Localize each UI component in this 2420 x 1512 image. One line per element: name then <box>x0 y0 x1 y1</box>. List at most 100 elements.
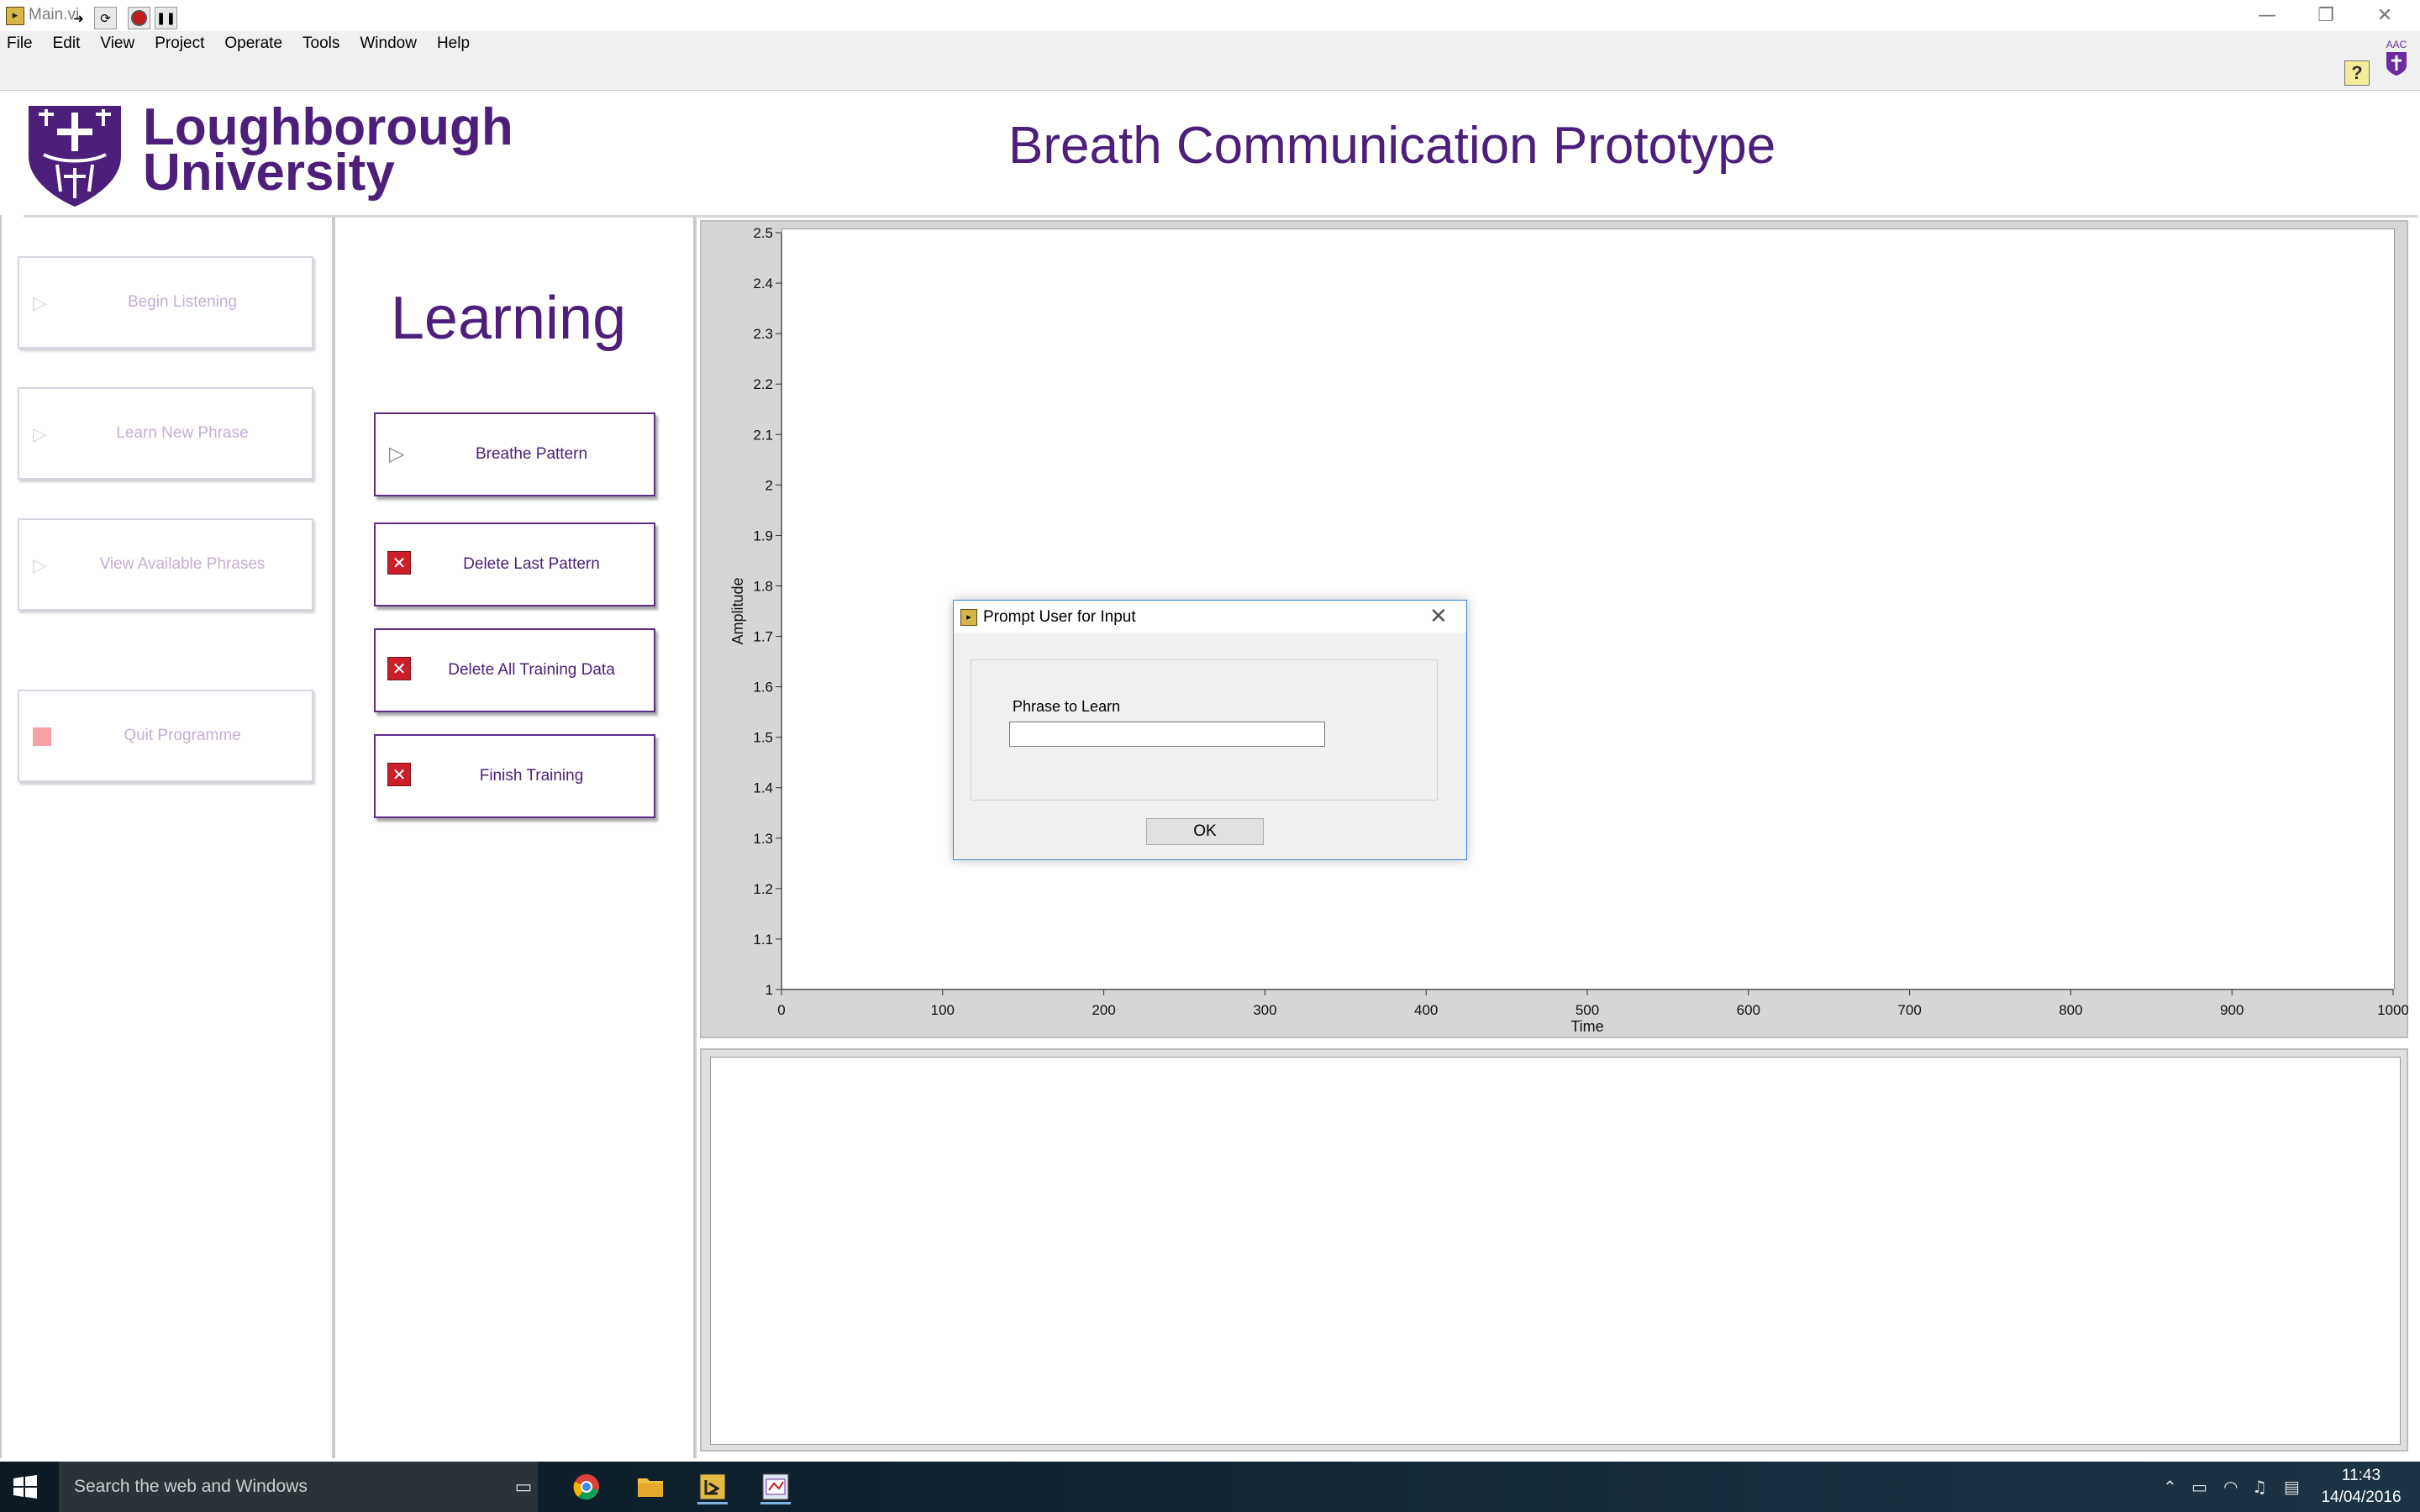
phrase-display <box>710 1057 2401 1445</box>
play-icon: ▷ <box>33 555 47 576</box>
file-explorer-icon[interactable] <box>635 1472 666 1502</box>
begin-listening-button[interactable]: ▷ Begin Listening <box>18 256 313 349</box>
context-help-button[interactable]: ? <box>2344 60 2370 86</box>
learning-heading: Learning <box>390 285 627 352</box>
taskbar: Search the web and Windows ▭ ⌃ ▭ ◠ ♫ ▤ 1… <box>0 1462 2420 1512</box>
y-tick-label: 2.1 <box>753 427 773 443</box>
x-tick-label: 900 <box>2220 1002 2244 1018</box>
close-window-button[interactable]: ✕ <box>2346 0 2420 31</box>
x-tick-label: 500 <box>1576 1002 1599 1018</box>
x-tick-label: 800 <box>2059 1002 2082 1018</box>
labview-front-panel-icon[interactable] <box>760 1472 791 1504</box>
show-hidden-icons-icon[interactable]: ⌃ <box>2163 1477 2177 1497</box>
toolbar <box>0 56 2420 91</box>
y-tick-label: 2.5 <box>753 225 773 241</box>
y-axis-label: Amplitude <box>729 577 746 644</box>
menu-project[interactable]: Project <box>155 34 204 53</box>
button-label: Breathe Pattern <box>475 445 588 463</box>
menu-edit[interactable]: Edit <box>53 34 81 53</box>
red-x-icon: ✕ <box>387 763 411 786</box>
finish-training-button[interactable]: ✕ Finish Training <box>374 734 655 818</box>
run-arrow-icon[interactable]: ➜ <box>67 7 90 29</box>
y-tick-label: 1.4 <box>753 780 773 796</box>
y-tick-label: 1.8 <box>753 578 773 594</box>
menu-window[interactable]: Window <box>360 34 417 53</box>
window-titlebar <box>0 0 2420 31</box>
volume-icon[interactable]: ♫ <box>2252 1477 2267 1497</box>
y-tick-label: 2.2 <box>753 376 773 392</box>
y-tick-label: 1 <box>765 982 773 998</box>
search-placeholder: Search the web and Windows <box>74 1477 308 1496</box>
button-label: View Available Phrases <box>99 555 266 573</box>
button-label: Begin Listening <box>128 293 237 311</box>
y-tick-label: 1.1 <box>753 932 773 948</box>
panel-divider <box>693 217 697 1458</box>
chrome-icon[interactable] <box>571 1472 602 1502</box>
menu-tools[interactable]: Tools <box>302 34 339 53</box>
stop-icon <box>33 727 51 746</box>
x-tick-label: 0 <box>777 1002 785 1018</box>
y-tick-label: 1.9 <box>753 528 773 543</box>
abort-execution-icon[interactable] <box>128 7 150 29</box>
learn-new-phrase-button[interactable]: ▷ Learn New Phrase <box>18 387 313 480</box>
delete-all-training-data-button[interactable]: ✕ Delete All Training Data <box>374 628 655 712</box>
panel-divider <box>332 217 335 1458</box>
y-tick-label: 1.2 <box>753 881 773 897</box>
ok-button[interactable]: OK <box>1146 818 1264 845</box>
taskbar-clock-date[interactable]: 14/04/2016 <box>2311 1488 2412 1507</box>
prompt-dialog: ▸ Prompt User for Input ✕ Phrase to Lear… <box>953 600 1467 860</box>
menu-bar: File Edit View Project Operate Tools Win… <box>0 31 2420 56</box>
x-tick-label: 200 <box>1092 1002 1115 1018</box>
menu-view[interactable]: View <box>100 34 134 53</box>
view-available-phrases-button[interactable]: ▷ View Available Phrases <box>18 518 313 611</box>
phrase-field-label: Phrase to Learn <box>1013 698 1121 715</box>
dialog-title: Prompt User for Input <box>983 608 1136 626</box>
phrase-to-learn-input[interactable] <box>1009 722 1325 747</box>
taskbar-clock-time[interactable]: 11:43 <box>2319 1467 2403 1485</box>
play-icon: ▷ <box>389 442 405 465</box>
y-tick-label: 1.5 <box>753 730 773 746</box>
x-tick-label: 400 <box>1414 1002 1438 1018</box>
x-tick-label: 300 <box>1253 1002 1276 1018</box>
quit-programme-button[interactable]: Quit Programme <box>18 690 313 782</box>
labview-app-icon: ▸ <box>6 7 24 25</box>
windows-start-icon[interactable] <box>13 1475 37 1499</box>
action-center-icon[interactable]: ▤ <box>2284 1477 2300 1497</box>
y-tick-label: 1.6 <box>753 680 773 696</box>
menu-file[interactable]: File <box>7 34 33 53</box>
vi-icon: AAC <box>2381 39 2412 84</box>
network-icon[interactable]: ◠ <box>2223 1477 2238 1497</box>
battery-icon[interactable]: ▭ <box>2191 1477 2207 1497</box>
y-tick-label: 1.3 <box>753 831 773 847</box>
y-tick-label: 1.7 <box>753 629 773 645</box>
labview-app-icon: ▸ <box>960 609 977 626</box>
x-tick-label: 700 <box>1897 1002 1921 1018</box>
x-tick-label: 1000 <box>2377 1002 2408 1018</box>
button-label: Delete Last Pattern <box>463 555 600 573</box>
menu-operate[interactable]: Operate <box>224 34 282 53</box>
play-icon: ▷ <box>33 293 47 314</box>
breathe-pattern-button[interactable]: ▷ Breathe Pattern <box>374 412 655 496</box>
y-tick-label: 2.3 <box>753 326 773 342</box>
page-title: Breath Communication Prototype <box>1008 117 1776 175</box>
x-tick-label: 100 <box>931 1002 955 1018</box>
x-tick-label: 600 <box>1737 1002 1760 1018</box>
x-axis-label: Time <box>1570 1018 1603 1035</box>
red-x-icon: ✕ <box>387 551 411 575</box>
vi-shield-icon <box>2386 52 2407 76</box>
menu-help[interactable]: Help <box>437 34 470 53</box>
red-x-icon: ✕ <box>387 657 411 680</box>
task-view-icon[interactable]: ▭ <box>508 1472 539 1502</box>
taskbar-search-box[interactable]: Search the web and Windows <box>59 1462 538 1512</box>
dialog-close-icon[interactable]: ✕ <box>1429 604 1448 629</box>
run-continuously-icon[interactable]: ⟳ <box>94 7 117 29</box>
button-label: Learn New Phrase <box>116 424 249 442</box>
labview-icon[interactable] <box>697 1472 728 1504</box>
delete-last-pattern-button[interactable]: ✕ Delete Last Pattern <box>374 522 655 606</box>
panel-border <box>0 215 2 1458</box>
button-label: Quit Programme <box>124 727 241 744</box>
vi-icon-text: AAC <box>2386 39 2407 50</box>
university-crest-icon <box>29 106 121 207</box>
button-label: Delete All Training Data <box>448 661 615 679</box>
pause-icon[interactable]: ❚❚ <box>155 7 177 29</box>
